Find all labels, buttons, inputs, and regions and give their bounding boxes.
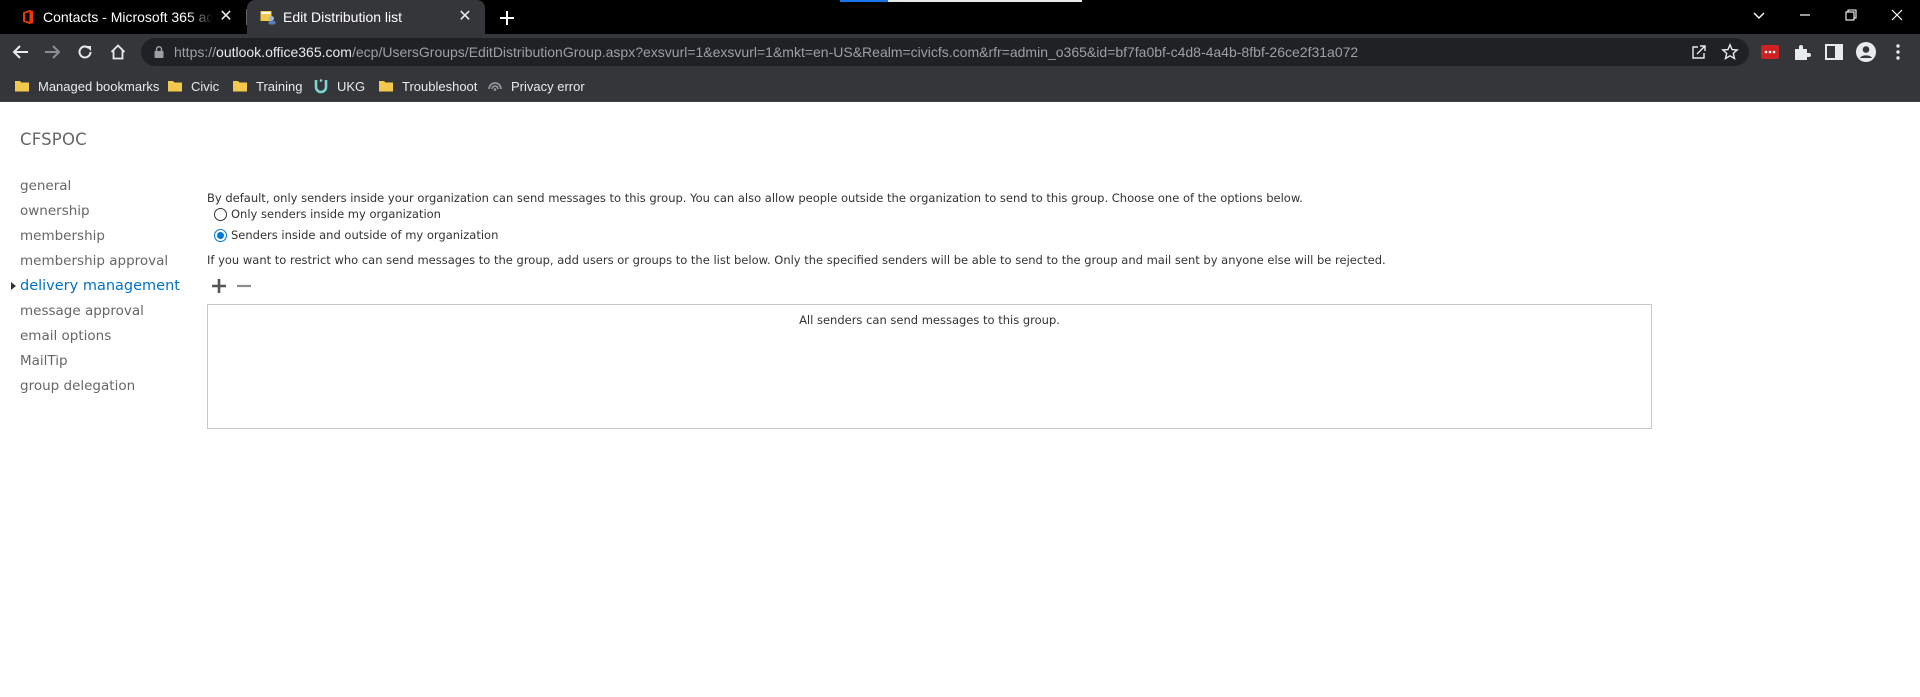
folder-icon xyxy=(15,81,29,92)
tab-search-icon[interactable] xyxy=(1736,0,1782,30)
url-path: /ecp/UsersGroups/EditDistributionGroup.a… xyxy=(351,44,1359,60)
bookmark-training[interactable]: Training xyxy=(232,75,302,97)
nav-item-email-options[interactable]: email options xyxy=(20,325,111,347)
tab-contacts[interactable]: Contacts - Microsoft 365 admin center ✕ xyxy=(0,0,246,34)
bookmark-label: Troubleshoot xyxy=(402,78,478,94)
bookmark-troubleshoot[interactable]: Troubleshoot xyxy=(378,75,477,97)
intro-text: By default, only senders inside your org… xyxy=(207,191,1303,205)
url-text[interactable]: https://outlook.office365.com/ecp/UsersG… xyxy=(174,44,1358,60)
nav-item-membership-approval[interactable]: membership approval xyxy=(20,250,168,272)
browser-window: Contacts - Microsoft 365 admin center ✕ … xyxy=(0,0,1920,697)
url-scheme: https:// xyxy=(174,44,217,60)
bookmark-label: Civic xyxy=(191,78,220,94)
nav-item-ownership[interactable]: ownership xyxy=(20,200,90,222)
option-inside-and-outside[interactable]: Senders inside and outside of my organiz… xyxy=(214,228,498,242)
bookmark-label: Privacy error xyxy=(511,78,585,94)
radio-internal-only[interactable] xyxy=(214,207,227,221)
folder-icon xyxy=(168,81,182,92)
allowed-senders-list[interactable]: All senders can send messages to this gr… xyxy=(207,304,1652,429)
radio-label[interactable]: Senders inside and outside of my organiz… xyxy=(231,228,498,242)
tab-edit-distribution-list[interactable]: Edit Distribution list ✕ xyxy=(247,0,485,34)
distribution-list-icon xyxy=(260,11,276,25)
folder-icon xyxy=(233,81,247,92)
forward-icon[interactable] xyxy=(40,40,64,64)
tab-title: Edit Distribution list xyxy=(283,9,403,25)
nav-item-label: delivery management xyxy=(20,278,180,294)
nav-item-membership[interactable]: membership xyxy=(20,225,105,247)
nav-item-general[interactable]: general xyxy=(20,175,71,197)
bookmark-label: UKG xyxy=(337,78,366,94)
nav-item-delivery-management[interactable]: delivery management xyxy=(11,275,180,297)
extensions-puzzle-icon[interactable] xyxy=(1791,41,1813,63)
bookmark-label: Managed bookmarks xyxy=(38,78,160,94)
lock-icon[interactable] xyxy=(152,45,166,59)
tab-title: Contacts - Microsoft 365 admin center xyxy=(43,9,213,25)
close-icon[interactable]: ✕ xyxy=(457,9,473,25)
url-host: outlook.office365.com xyxy=(216,44,352,60)
close-icon[interactable]: ✕ xyxy=(218,9,234,25)
bookmark-star-icon[interactable] xyxy=(1721,43,1739,61)
close-window-icon[interactable] xyxy=(1874,0,1920,30)
minimize-icon[interactable] xyxy=(1782,0,1828,30)
bookmark-privacy-error[interactable]: Privacy error xyxy=(487,75,585,97)
browser-toolbar: https://outlook.office365.com/ecp/UsersG… xyxy=(0,34,1920,70)
radio-label[interactable]: Only senders inside my organization xyxy=(231,207,441,221)
bookmarks-bar: Managed bookmarks Civic Training UKG Tro… xyxy=(0,70,1920,102)
empty-list-message: All senders can send messages to this gr… xyxy=(799,313,1060,327)
nav-item-mailtip[interactable]: MailTip xyxy=(20,350,68,372)
title-bar-accent-light xyxy=(888,0,1082,2)
reload-icon[interactable] xyxy=(73,40,97,64)
tab-strip: Contacts - Microsoft 365 admin center ✕ … xyxy=(0,0,1920,34)
edit-distribution-list-page: CFSPOC general ownership membership memb… xyxy=(0,103,1920,697)
ukg-logo-icon xyxy=(314,79,328,94)
bookmark-label: Training xyxy=(256,78,303,94)
bookmark-ukg[interactable]: UKG xyxy=(313,75,365,97)
nav-item-message-approval[interactable]: message approval xyxy=(20,300,144,322)
side-panel-icon[interactable] xyxy=(1823,41,1845,63)
radio-inside-and-outside[interactable] xyxy=(214,228,227,242)
option-internal-only[interactable]: Only senders inside my organization xyxy=(214,207,441,221)
bookmark-civic[interactable]: Civic xyxy=(167,75,219,97)
profile-avatar-icon[interactable] xyxy=(1855,41,1877,63)
folder-icon xyxy=(379,81,393,92)
browser-menu-icon[interactable] xyxy=(1887,41,1909,63)
selected-arrow-icon xyxy=(11,282,16,290)
password-extension-icon[interactable] xyxy=(1759,41,1781,63)
new-tab-icon[interactable] xyxy=(496,7,518,29)
page-title: CFSPOC xyxy=(20,130,87,149)
nav-item-group-delegation[interactable]: group delegation xyxy=(20,375,135,397)
restrict-text: If you want to restrict who can send mes… xyxy=(207,253,1386,267)
remove-icon[interactable] xyxy=(235,277,253,295)
address-bar[interactable]: https://outlook.office365.com/ecp/UsersG… xyxy=(141,38,1749,66)
warning-page-icon xyxy=(488,82,502,91)
office-logo-icon xyxy=(23,10,33,24)
home-icon[interactable] xyxy=(106,40,130,64)
share-icon[interactable] xyxy=(1690,43,1708,61)
add-icon[interactable] xyxy=(210,277,228,295)
title-bar-accent xyxy=(840,0,888,2)
bookmark-managed-bookmarks[interactable]: Managed bookmarks xyxy=(14,75,159,97)
restore-icon[interactable] xyxy=(1828,0,1874,30)
back-icon[interactable] xyxy=(9,40,33,64)
